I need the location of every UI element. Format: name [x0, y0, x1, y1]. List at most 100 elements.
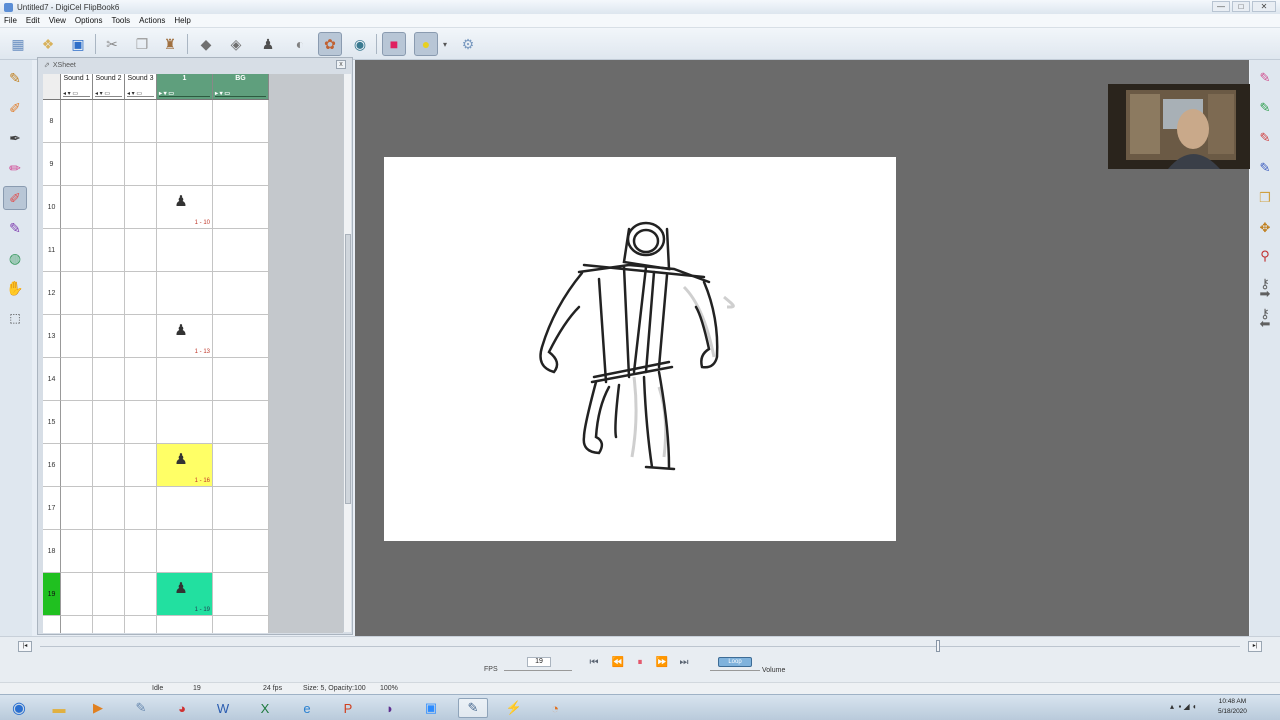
xsheet-cell[interactable]: [61, 487, 93, 530]
xsheet-scroll-thumb[interactable]: [345, 234, 351, 504]
xsheet-cell[interactable]: [125, 487, 157, 530]
media-player-icon[interactable]: ▶: [83, 698, 113, 718]
frame-number[interactable]: 15: [43, 401, 61, 444]
xsheet-scrollbar[interactable]: [343, 74, 351, 632]
fps-slider[interactable]: [504, 670, 572, 671]
marker-icon[interactable]: ✐: [3, 96, 27, 120]
ie-icon[interactable]: e: [292, 698, 322, 718]
frame-input[interactable]: 19: [527, 657, 551, 667]
xsheet-cell[interactable]: [125, 616, 157, 633]
xsheet-cell[interactable]: [125, 229, 157, 272]
column-header-layer1[interactable]: 1 ▸ ▾ ▭: [157, 74, 213, 100]
xsheet-close-button[interactable]: x: [336, 60, 346, 69]
start-orb-icon[interactable]: ◉: [4, 698, 34, 718]
xsheet-cell[interactable]: [213, 229, 269, 272]
stamp-icon[interactable]: ♟: [256, 32, 280, 56]
xsheet-cell[interactable]: [157, 358, 213, 401]
volume-slider[interactable]: [710, 670, 760, 671]
green-pencil-icon[interactable]: ✎: [1253, 96, 1277, 120]
paste-icon[interactable]: ♜: [158, 32, 182, 56]
frame-number[interactable]: 12: [43, 272, 61, 315]
chevron-down-icon[interactable]: ▾: [440, 32, 450, 56]
xsheet-cell[interactable]: [213, 143, 269, 186]
xsheet-cell[interactable]: [61, 616, 93, 633]
copy-icon[interactable]: ❐: [130, 32, 154, 56]
xsheet-cell[interactable]: [213, 616, 269, 633]
xsheet-cell[interactable]: [93, 229, 125, 272]
xsheet-cell[interactable]: [61, 444, 93, 487]
bucket-icon[interactable]: ◐: [288, 32, 312, 56]
xsheet-cell[interactable]: [61, 573, 93, 616]
timeline-scrollbar[interactable]: |◂ ▸|: [0, 636, 1280, 656]
xsheet-cell[interactable]: [61, 229, 93, 272]
airbrush-icon[interactable]: ✎: [3, 216, 27, 240]
arrow-left-icon[interactable]: ⬅: [1253, 312, 1277, 336]
new-icon[interactable]: ▦: [6, 32, 30, 56]
zoom-icon[interactable]: ▣: [416, 698, 446, 718]
chrome-icon[interactable]: ◕: [167, 698, 197, 718]
xsheet-cell[interactable]: [157, 616, 213, 633]
xsheet-cell[interactable]: [213, 401, 269, 444]
xsheet-cell[interactable]: [157, 100, 213, 143]
frame-number[interactable]: 11: [43, 229, 61, 272]
xsheet-cell[interactable]: [93, 530, 125, 573]
red-pencil-icon[interactable]: ✎: [1253, 126, 1277, 150]
xsheet-cell[interactable]: [213, 530, 269, 573]
open-icon[interactable]: ❖: [36, 32, 60, 56]
xsheet-cell[interactable]: [125, 444, 157, 487]
audition-icon[interactable]: ◗: [375, 698, 405, 718]
maximize-button[interactable]: □: [1232, 1, 1250, 12]
xsheet-cell[interactable]: [157, 487, 213, 530]
menu-actions[interactable]: Actions: [139, 16, 165, 25]
system-tray[interactable]: ▴ ▪ ◢ ◖: [1170, 702, 1197, 711]
file-explorer-icon[interactable]: ▬: [44, 698, 74, 718]
xsheet-cell[interactable]: [93, 487, 125, 530]
settings-icon[interactable]: ⚙: [456, 32, 480, 56]
xsheet-cell[interactable]: [93, 358, 125, 401]
xsheet-cell[interactable]: ♟ 1 - 10: [157, 186, 213, 229]
xsheet-cell[interactable]: [213, 186, 269, 229]
xsheet-cell[interactable]: [61, 272, 93, 315]
xsheet-cell[interactable]: ♟ 1 - 13: [157, 315, 213, 358]
xsheet-cell[interactable]: [93, 143, 125, 186]
xsheet-cell[interactable]: [93, 272, 125, 315]
xsheet-cell[interactable]: [93, 573, 125, 616]
xsheet-cell[interactable]: [93, 315, 125, 358]
minimize-button[interactable]: —: [1212, 1, 1230, 12]
xsheet-cell[interactable]: [157, 530, 213, 573]
camera-icon[interactable]: ◉: [348, 32, 372, 56]
xsheet-cell[interactable]: [125, 100, 157, 143]
frame-number[interactable]: 14: [43, 358, 61, 401]
xsheet-cell[interactable]: [157, 272, 213, 315]
menu-file[interactable]: File: [4, 16, 17, 25]
xsheet-cell[interactable]: [61, 143, 93, 186]
menu-edit[interactable]: Edit: [26, 16, 40, 25]
excel-icon[interactable]: X: [250, 698, 280, 718]
xsheet-cell[interactable]: [125, 358, 157, 401]
powerpoint-icon[interactable]: P: [333, 698, 363, 718]
xsheet-cell[interactable]: [61, 100, 93, 143]
move-icon[interactable]: ✥: [1253, 216, 1277, 240]
column-header-bg[interactable]: BG ▸ ▾ ▭: [213, 74, 269, 100]
frame-number[interactable]: 9: [43, 143, 61, 186]
xsheet-cell[interactable]: [213, 272, 269, 315]
pen-icon[interactable]: ✒: [3, 126, 27, 150]
xsheet-cell[interactable]: [157, 229, 213, 272]
paint-icon[interactable]: ■: [382, 32, 406, 56]
cut-icon[interactable]: ✂: [100, 32, 124, 56]
menu-view[interactable]: View: [49, 16, 66, 25]
frame-number[interactable]: 20: [43, 616, 61, 633]
timeline-start-button[interactable]: |◂: [18, 641, 32, 652]
frame-number[interactable]: 19: [43, 573, 61, 616]
xsheet-cell[interactable]: [125, 186, 157, 229]
save-icon[interactable]: ▣: [66, 32, 90, 56]
xsheet-cell[interactable]: [93, 186, 125, 229]
frame-number[interactable]: 18: [43, 530, 61, 573]
xsheet-cell[interactable]: [213, 315, 269, 358]
xsheet-cell[interactable]: [61, 358, 93, 401]
xsheet-cell[interactable]: [213, 358, 269, 401]
eraser-icon[interactable]: ✐: [3, 186, 27, 210]
skip-to-end-icon[interactable]: ⏭: [675, 656, 693, 670]
xsheet-cell[interactable]: [125, 573, 157, 616]
frame-number[interactable]: 13: [43, 315, 61, 358]
